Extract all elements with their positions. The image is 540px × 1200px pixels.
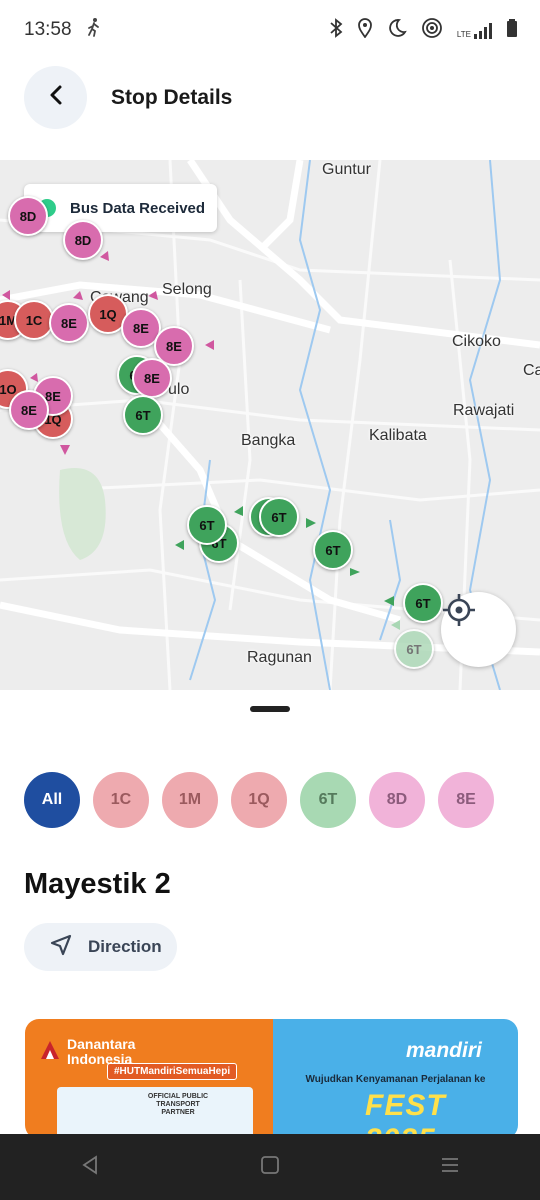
status-bar: 13:58 LTE bbox=[0, 0, 540, 60]
route-filters: All 1C 1M 1Q 6T 8D 8E bbox=[24, 772, 494, 828]
bus-marker[interactable]: 6T bbox=[187, 505, 227, 545]
filter-1m[interactable]: 1M bbox=[162, 772, 218, 828]
danantara-logo-icon bbox=[39, 1039, 61, 1066]
promo-banner[interactable]: Danantara Indonesia #HUTMandiriSemuaHepi… bbox=[25, 1019, 518, 1139]
map[interactable]: Guntur Selong Cikoko Ca Rawajati Kalibat… bbox=[0, 160, 540, 690]
bus-marker[interactable]: 8E bbox=[9, 390, 49, 430]
banner-left-panel: Danantara Indonesia #HUTMandiriSemuaHepi… bbox=[25, 1019, 273, 1139]
filter-8d[interactable]: 8D bbox=[369, 772, 425, 828]
bus-marker[interactable]: 8D bbox=[8, 196, 48, 236]
back-nav-icon[interactable] bbox=[80, 1154, 100, 1180]
bus-marker[interactable]: 6T bbox=[123, 395, 163, 435]
sheet-drag-handle[interactable] bbox=[250, 706, 290, 712]
map-label-rawajati: Rawajati bbox=[453, 402, 515, 419]
stop-name: Mayestik 2 bbox=[24, 868, 171, 900]
banner-right-panel: mandiri Wujudkan Kenyamanan Perjalanan k… bbox=[273, 1019, 518, 1139]
map-label-ulo: ulo bbox=[168, 381, 190, 398]
back-button[interactable] bbox=[24, 66, 87, 129]
signal-icon: LTE bbox=[457, 23, 492, 39]
banner-fest: FEST 2025 bbox=[365, 1089, 446, 1139]
header: Stop Details bbox=[0, 64, 540, 132]
filter-8e[interactable]: 8E bbox=[438, 772, 494, 828]
home-nav-icon[interactable] bbox=[260, 1155, 280, 1180]
direction-label: Direction bbox=[88, 937, 162, 956]
menu-nav-icon[interactable] bbox=[440, 1155, 460, 1180]
hotspot-icon bbox=[421, 18, 443, 44]
locate-button[interactable] bbox=[441, 592, 516, 667]
map-label-bangka: Bangka bbox=[241, 432, 296, 449]
filter-6t[interactable]: 6T bbox=[300, 772, 356, 828]
network-type: LTE bbox=[456, 30, 471, 39]
banner-right-brand: mandiri bbox=[406, 1039, 482, 1062]
map-label-cikoko: Cikoko bbox=[452, 333, 501, 350]
bus-marker[interactable]: 6T bbox=[403, 583, 443, 623]
location-icon bbox=[357, 18, 373, 44]
banner-card-text: OFFICIAL PUBLIC TRANSPORT PARTNER bbox=[147, 1093, 209, 1116]
bluetooth-icon bbox=[329, 18, 343, 44]
page-title: Stop Details bbox=[111, 86, 233, 109]
banner-subtitle: Wujudkan Kenyamanan Perjalanan ke bbox=[305, 1074, 486, 1085]
do-not-disturb-icon bbox=[387, 18, 407, 44]
bus-marker[interactable]: 6T bbox=[259, 497, 299, 537]
filter-all[interactable]: All bbox=[24, 772, 80, 828]
banner-hashtag: #HUTMandiriSemuaHepi bbox=[107, 1063, 238, 1080]
bus-marker[interactable]: 8D bbox=[63, 220, 103, 260]
bus-data-label: Bus Data Received bbox=[70, 199, 206, 217]
back-arrow-icon bbox=[48, 84, 64, 111]
bus-marker[interactable]: 8E bbox=[132, 358, 172, 398]
status-icons: LTE bbox=[329, 18, 518, 44]
map-label-ragunan: Ragunan bbox=[247, 649, 312, 666]
bus-marker[interactable]: 1C bbox=[14, 300, 54, 340]
bus-marker-faded[interactable]: 6T bbox=[394, 629, 434, 669]
bus-marker[interactable]: 6T bbox=[313, 530, 353, 570]
direction-button[interactable]: Direction bbox=[24, 923, 177, 971]
map-label-ca: Ca bbox=[523, 362, 540, 379]
filter-1q[interactable]: 1Q bbox=[231, 772, 287, 828]
banner-card: OFFICIAL PUBLIC TRANSPORT PARTNER bbox=[57, 1087, 253, 1139]
battery-icon bbox=[506, 18, 518, 44]
system-nav-bar bbox=[0, 1134, 540, 1200]
map-label-kalibata: Kalibata bbox=[369, 427, 427, 444]
filter-1c[interactable]: 1C bbox=[93, 772, 149, 828]
navigation-arrow-icon bbox=[50, 934, 72, 961]
bus-data-status: Bus Data Received bbox=[24, 184, 218, 232]
walking-icon bbox=[86, 17, 102, 43]
map-label-selong: Selong bbox=[162, 281, 212, 298]
status-time: 13:58 bbox=[24, 19, 72, 40]
map-label-guntur: Guntur bbox=[322, 161, 371, 178]
bus-marker[interactable]: 8E bbox=[49, 303, 89, 343]
